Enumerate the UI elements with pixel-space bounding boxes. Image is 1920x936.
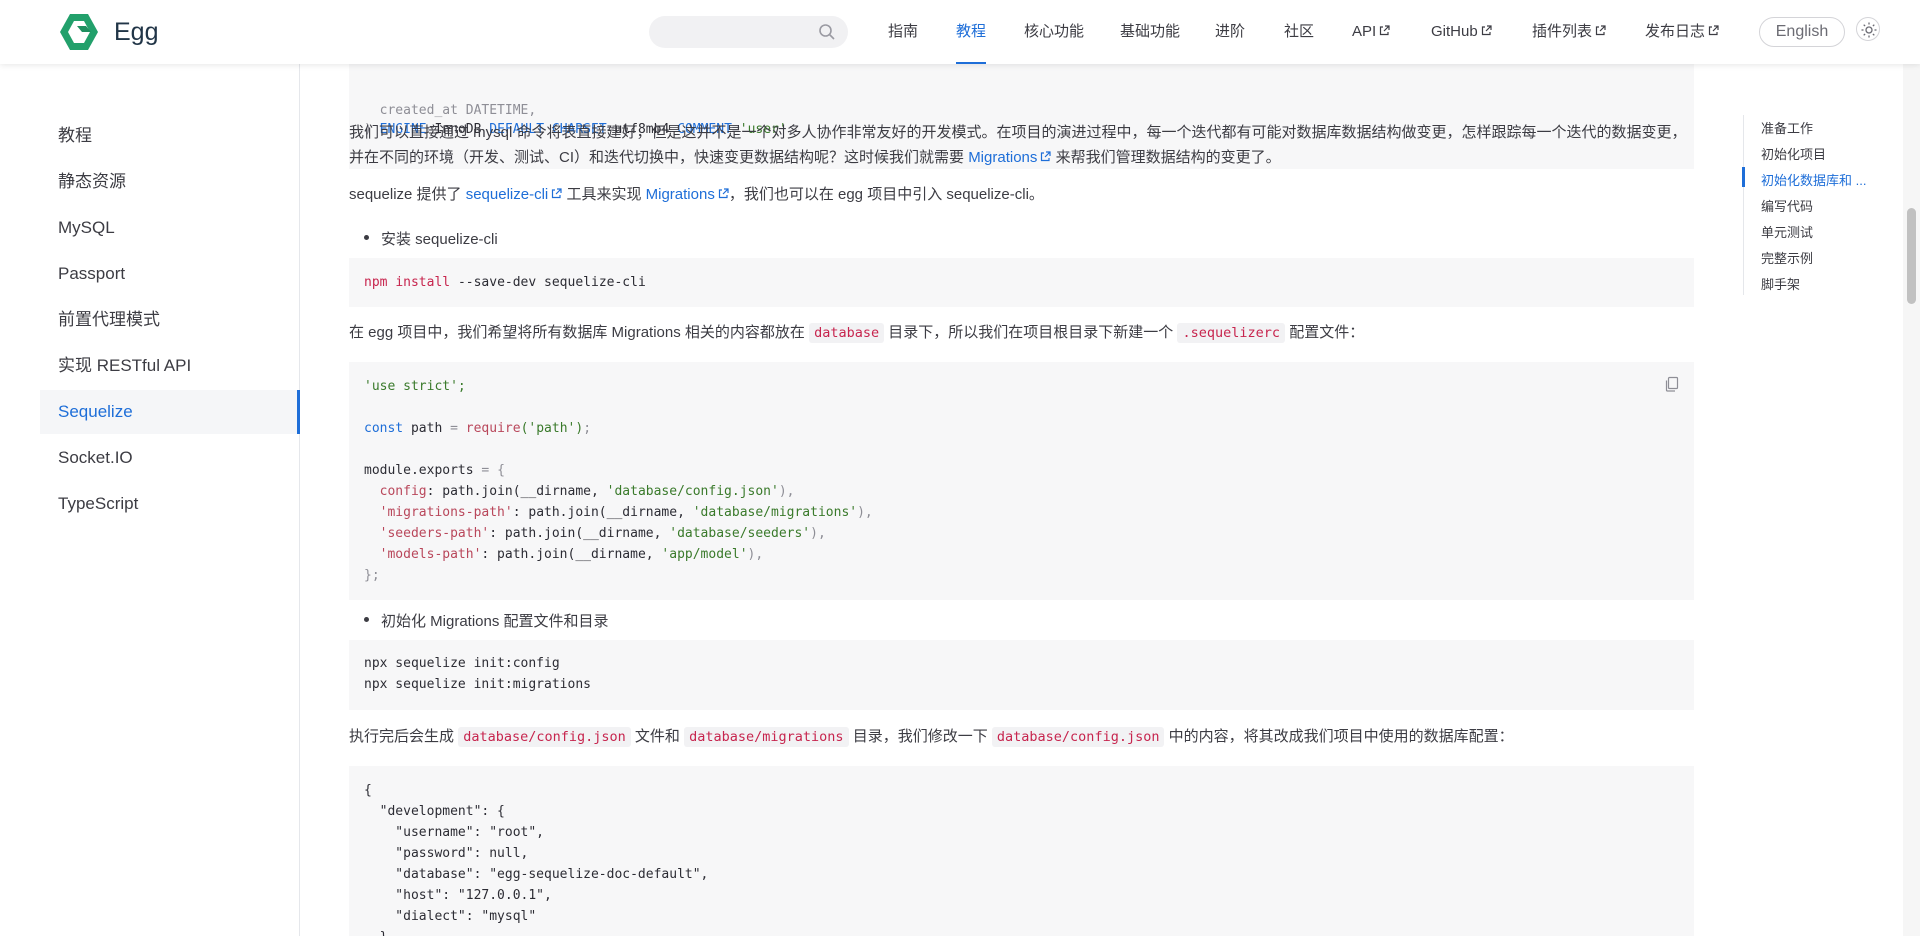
nav-plugins[interactable]: 插件列表 (1532, 0, 1606, 64)
language-switch-button[interactable]: English (1759, 17, 1845, 47)
nav-basics[interactable]: 基础功能 (1120, 0, 1180, 64)
sidebar-item-tutorial[interactable]: 教程 (0, 114, 300, 158)
outline-active-marker (1742, 167, 1745, 187)
sidebar-item-socketio[interactable]: Socket.IO (0, 436, 300, 480)
nav-guide[interactable]: 指南 (888, 0, 918, 64)
code-block-install: npm install --save-dev sequelize-cli (349, 258, 1694, 307)
code-line: "database": "egg-sequelize-doc-default", (364, 867, 709, 882)
sidebar: 教程 静态资源 MySQL Passport 前置代理模式 实现 RESTful… (0, 64, 300, 936)
code-line: npm install --save-dev sequelize-cli (364, 275, 646, 290)
outline-item-scaffold[interactable]: 脚手架 (1761, 274, 1800, 293)
nav-tutorial[interactable]: 教程 (956, 0, 987, 64)
outline-item-write-code[interactable]: 编写代码 (1761, 196, 1813, 215)
code-line: const path = require('path'); (364, 421, 592, 436)
external-link-icon (1708, 25, 1719, 36)
external-link-icon (1595, 25, 1606, 36)
code-line: module.exports = { (364, 463, 505, 478)
sidebar-item-restful[interactable]: 实现 RESTful API (0, 344, 300, 388)
nav-community[interactable]: 社区 (1284, 0, 1314, 64)
code-line: }, (364, 927, 396, 936)
code-line: }; (364, 568, 380, 583)
code-line: 'migrations-path': path.join(__dirname, … (364, 505, 873, 520)
migrations-link[interactable]: Migrations (968, 149, 1051, 166)
brand-name[interactable]: Egg (114, 18, 158, 47)
code-line: "username": "root", (364, 825, 545, 840)
migrations-link[interactable]: Migrations (646, 186, 729, 203)
paragraph-sequelize-cli: sequelize 提供了 sequelize-cli 工具来实现 Migrat… (349, 186, 1044, 203)
inline-code: database/config.json (991, 727, 1165, 747)
sidebar-item-passport[interactable]: Passport (0, 252, 300, 296)
inline-code: database/migrations (684, 727, 849, 747)
nav-github[interactable]: GitHub (1431, 0, 1492, 64)
list-item: 初始化 Migrations 配置文件和目录 (364, 610, 609, 631)
nav-advanced[interactable]: 进阶 (1215, 0, 1245, 64)
egg-logo-icon[interactable] (60, 14, 98, 50)
outline-item-prepare[interactable]: 准备工作 (1761, 118, 1813, 137)
sidebar-item-proxy[interactable]: 前置代理模式 (0, 298, 300, 342)
paragraph-sequelizerc: 在 egg 项目中，我们希望将所有数据库 Migrations 相关的内容都放在… (349, 323, 1365, 343)
nav-api[interactable]: API (1352, 0, 1390, 64)
paragraph-config-json: 执行完后会生成 database/config.json 文件和 databas… (349, 727, 1514, 747)
outline-item-init-db[interactable]: 初始化数据库和 ... (1761, 170, 1866, 189)
page-outline: 准备工作 初始化项目 初始化数据库和 ... 编写代码 单元测试 完整示例 脚手… (1742, 115, 1883, 295)
doc-content: created_at DATETIME, ) ENGINE=InnoDB DEF… (349, 64, 1694, 936)
code-line: "dialect": "mysql" (364, 909, 537, 924)
code-block-init: npx sequelize init:config npx sequelize … (349, 640, 1694, 710)
external-link-icon (1380, 25, 1390, 36)
search-box[interactable] (649, 16, 848, 48)
code-line: npx sequelize init:config (364, 656, 560, 671)
copy-icon[interactable] (1664, 376, 1680, 392)
code-block-sequelizerc: 'use strict'; const path = require('path… (349, 362, 1694, 600)
external-link-icon (1041, 151, 1051, 162)
code-line: 'seeders-path': path.join(__dirname, 'da… (364, 526, 826, 541)
code-line: { (364, 783, 372, 798)
inline-code: database/config.json (458, 727, 631, 747)
code-block-config-json: { "development": { "username": "root", "… (349, 766, 1694, 936)
paragraph-migrations-intro: 我们可以直接通过 mysql 命令将表直接建好，但是这并不是一个对多人协作非常友… (349, 124, 1687, 166)
code-line: npx sequelize init:migrations (364, 677, 591, 692)
inline-code: .sequelizerc (1177, 323, 1286, 343)
sequelize-cli-link[interactable]: sequelize-cli (466, 186, 563, 203)
code-line: 'models-path': path.join(__dirname, 'app… (364, 547, 764, 562)
sidebar-item-mysql[interactable]: MySQL (0, 206, 300, 250)
sidebar-item-static[interactable]: 静态资源 (0, 160, 300, 204)
scrollbar-thumb[interactable] (1907, 208, 1916, 304)
external-link-icon (552, 188, 562, 199)
external-link-icon (1481, 25, 1492, 36)
sidebar-item-typescript[interactable]: TypeScript (0, 482, 300, 526)
sidebar-item-sequelize[interactable]: Sequelize (40, 390, 300, 434)
code-line: created_at DATETIME, (364, 103, 537, 118)
outline-item-unit-test[interactable]: 单元测试 (1761, 222, 1813, 241)
sun-icon (1861, 22, 1877, 38)
theme-toggle-button[interactable] (1856, 17, 1880, 41)
code-line: "host": "127.0.0.1", (364, 888, 552, 903)
outline-item-full-example[interactable]: 完整示例 (1761, 248, 1813, 267)
nav-core[interactable]: 核心功能 (1024, 0, 1084, 64)
search-icon (819, 24, 835, 40)
nav-changelog[interactable]: 发布日志 (1645, 0, 1719, 64)
inline-code: database (809, 323, 885, 343)
code-line: 'use strict'; (364, 379, 466, 394)
code-line: config: path.join(__dirname, 'database/c… (364, 484, 795, 499)
code-line: "development": { (364, 804, 505, 819)
list-item: 安装 sequelize-cli (364, 228, 498, 249)
code-line: "password": null, (364, 846, 529, 861)
outline-item-init-project[interactable]: 初始化项目 (1761, 144, 1826, 163)
page-scrollbar[interactable] (1903, 0, 1920, 936)
external-link-icon (718, 188, 729, 199)
top-navbar: Egg 指南 教程 核心功能 基础功能 进阶 社区 API GitHub 插件列… (0, 0, 1920, 64)
